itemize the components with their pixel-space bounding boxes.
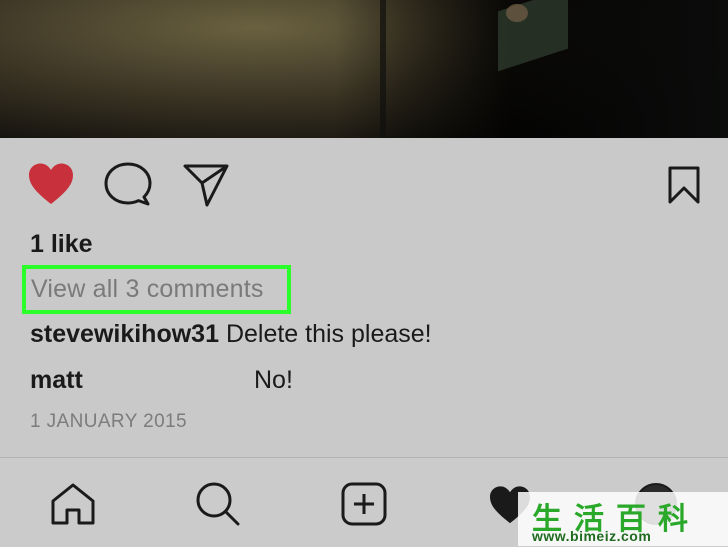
watermark: 生活百科 www.bimeiz.com	[518, 492, 728, 546]
post-photo[interactable]	[0, 0, 728, 138]
comment-text: Delete this please!	[225, 320, 432, 348]
view-all-comments-link[interactable]: View all 3 comments	[22, 265, 291, 314]
comment-username[interactable]: matt	[30, 366, 83, 394]
photo-detail	[380, 0, 386, 138]
comment-row: stevewikihow31 Delete this please!	[30, 320, 432, 349]
comment-text: No!	[254, 366, 293, 394]
share-paper-plane-icon[interactable]	[183, 163, 229, 207]
add-post-icon[interactable]	[341, 482, 387, 531]
like-heart-icon[interactable]	[27, 162, 75, 206]
watermark-url: www.bimeiz.com	[532, 528, 652, 544]
post-date: 1 JANUARY 2015	[30, 411, 187, 432]
comment-username[interactable]: stevewikihow31	[30, 320, 219, 348]
home-icon[interactable]	[50, 483, 96, 530]
likes-count[interactable]: 1 like	[30, 230, 93, 259]
view-all-comments-label: View all 3 comments	[31, 275, 264, 303]
comment-bubble-icon[interactable]	[104, 162, 152, 208]
save-bookmark-icon[interactable]	[668, 166, 700, 204]
photo-detail	[506, 4, 528, 22]
comment-row: matt No!	[30, 366, 293, 395]
search-icon[interactable]	[195, 482, 241, 531]
post-actions	[0, 160, 728, 210]
